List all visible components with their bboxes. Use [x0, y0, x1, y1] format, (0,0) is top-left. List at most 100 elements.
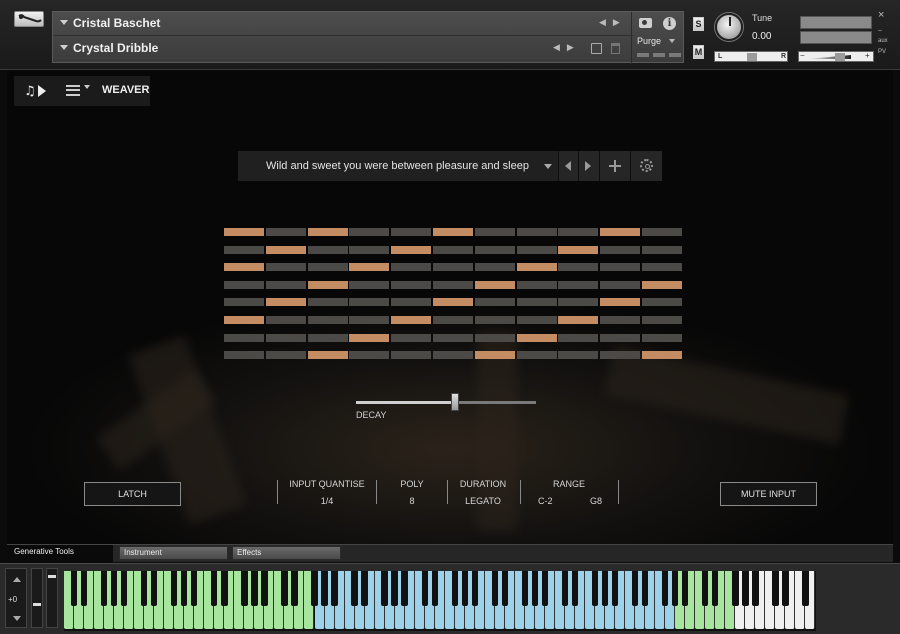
black-key[interactable]: [662, 571, 669, 606]
pattern-step[interactable]: [224, 280, 264, 289]
instrument-nav-arrows-icon[interactable]: ◀▶: [599, 17, 627, 28]
pattern-step[interactable]: [474, 245, 515, 254]
minimize-icon[interactable]: –: [878, 27, 882, 34]
pattern-step[interactable]: [224, 228, 264, 236]
menu-caret-icon[interactable]: [84, 85, 90, 89]
pattern-step[interactable]: [600, 228, 641, 236]
black-key[interactable]: [211, 571, 218, 606]
pattern-step[interactable]: [558, 263, 599, 272]
pattern-step[interactable]: [642, 263, 682, 272]
pattern-step[interactable]: [307, 245, 348, 254]
pattern-step[interactable]: [307, 280, 348, 289]
trash-icon[interactable]: [611, 43, 620, 54]
black-key[interactable]: [631, 571, 639, 606]
range-low-value[interactable]: C-2: [538, 496, 553, 506]
pattern-step[interactable]: [224, 333, 264, 342]
black-key[interactable]: [191, 571, 198, 606]
pattern-step[interactable]: [433, 298, 473, 307]
preset-dropdown-caret-icon[interactable]: [544, 164, 552, 169]
black-key[interactable]: [331, 571, 338, 606]
pattern-step[interactable]: [433, 245, 473, 254]
black-key[interactable]: [110, 571, 118, 606]
pattern-step[interactable]: [600, 298, 641, 307]
pattern-step[interactable]: [558, 245, 599, 254]
black-key[interactable]: [461, 571, 468, 606]
pattern-step[interactable]: [349, 316, 390, 324]
black-key[interactable]: [561, 571, 569, 606]
black-key[interactable]: [361, 571, 368, 606]
pattern-step[interactable]: [516, 245, 557, 254]
black-key[interactable]: [181, 571, 188, 606]
pattern-step[interactable]: [600, 245, 641, 254]
poly-value[interactable]: 8: [379, 496, 445, 506]
black-key[interactable]: [381, 571, 388, 606]
volume-handle[interactable]: [835, 53, 845, 61]
black-key[interactable]: [171, 571, 178, 606]
collapse-caret-icon[interactable]: [60, 20, 68, 25]
pattern-step[interactable]: [307, 333, 348, 342]
solo-button[interactable]: S: [693, 17, 704, 31]
black-key[interactable]: [611, 571, 619, 606]
pattern-step[interactable]: [433, 333, 473, 342]
black-key[interactable]: [120, 571, 128, 606]
input-quantise-control[interactable]: INPUT QUANTISE 1/4: [283, 479, 371, 506]
black-key[interactable]: [100, 571, 108, 606]
pattern-step[interactable]: [349, 351, 390, 360]
pitch-wheel[interactable]: [31, 568, 43, 628]
pattern-step[interactable]: [265, 245, 306, 254]
pattern-step[interactable]: [224, 298, 264, 307]
pan-slider[interactable]: L R: [714, 51, 788, 62]
pattern-step[interactable]: [516, 298, 557, 307]
pattern-step[interactable]: [474, 280, 515, 289]
black-key[interactable]: [601, 571, 609, 606]
purge-dropdown[interactable]: Purge: [637, 36, 661, 46]
black-key[interactable]: [641, 571, 649, 606]
wrench-icon[interactable]: [14, 11, 44, 27]
pattern-step[interactable]: [642, 228, 682, 236]
pattern-step[interactable]: [307, 316, 348, 324]
black-key[interactable]: [782, 571, 789, 606]
pattern-step[interactable]: [433, 351, 473, 360]
pattern-step[interactable]: [474, 316, 515, 324]
octave-up-icon[interactable]: [13, 577, 21, 582]
music-note-icon[interactable]: ♫: [24, 84, 36, 99]
pattern-step[interactable]: [349, 333, 390, 342]
pattern-step[interactable]: [265, 280, 306, 289]
pattern-step[interactable]: [474, 263, 515, 272]
black-key[interactable]: [291, 571, 298, 606]
pattern-step[interactable]: [600, 351, 641, 360]
pattern-step[interactable]: [265, 316, 306, 324]
prev-preset-button[interactable]: [558, 151, 578, 181]
pattern-step[interactable]: [224, 263, 264, 272]
black-key[interactable]: [752, 571, 759, 606]
pattern-step[interactable]: [349, 298, 390, 307]
pattern-step[interactable]: [558, 316, 599, 324]
pattern-step[interactable]: [516, 333, 557, 342]
info-icon[interactable]: i: [663, 17, 676, 30]
pattern-step[interactable]: [642, 280, 682, 289]
black-key[interactable]: [571, 571, 579, 606]
pattern-step[interactable]: [265, 263, 306, 272]
black-key[interactable]: [802, 571, 809, 606]
black-key[interactable]: [311, 571, 318, 606]
black-key[interactable]: [321, 571, 328, 606]
pattern-step[interactable]: [265, 298, 306, 307]
pattern-step[interactable]: [391, 351, 432, 360]
pattern-step[interactable]: [642, 316, 682, 324]
pan-center-handle[interactable]: [747, 53, 757, 61]
black-key[interactable]: [491, 571, 499, 606]
black-key[interactable]: [140, 571, 148, 606]
pattern-step[interactable]: [265, 228, 306, 236]
black-key[interactable]: [732, 571, 739, 606]
duration-control[interactable]: DURATION LEGATO: [453, 479, 513, 506]
piano-keyboard[interactable]: [64, 571, 816, 631]
pattern-step[interactable]: [558, 333, 599, 342]
poly-control[interactable]: POLY 8: [379, 479, 445, 506]
pattern-step[interactable]: [224, 245, 264, 254]
black-key[interactable]: [682, 571, 689, 606]
duration-value[interactable]: LEGATO: [453, 496, 513, 506]
purge-caret-icon[interactable]: [669, 39, 675, 43]
pattern-step[interactable]: [391, 228, 432, 236]
black-key[interactable]: [531, 571, 539, 606]
pattern-step[interactable]: [391, 298, 432, 307]
